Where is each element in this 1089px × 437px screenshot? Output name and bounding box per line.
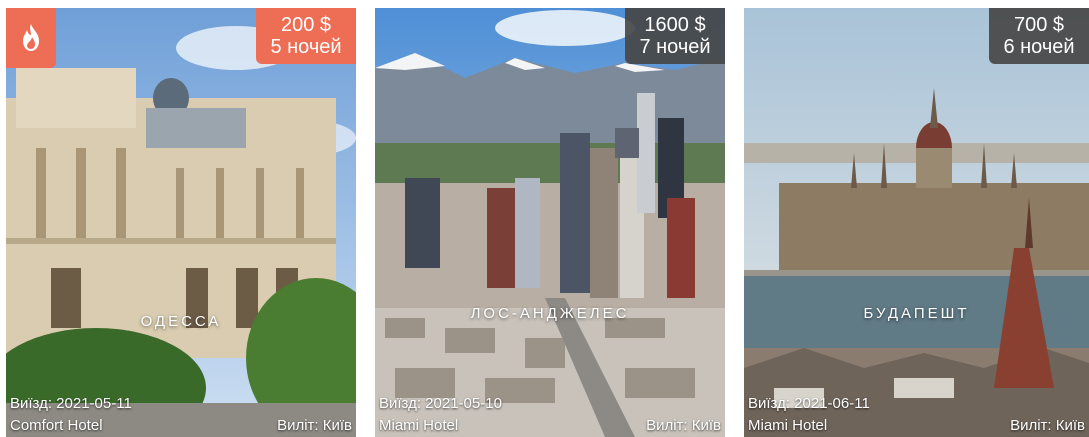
city-name: ЛОС-АНДЖЕЛЕС [470,305,630,322]
nights: 7 ночей [639,36,711,58]
tour-info: Виїзд: 2021-06-11 Miami Hotel Виліт: Киї… [744,377,1089,437]
tour-grid: 200 $ 5 ночей ОДЕССА Виїзд: 2021-05-11 C… [0,0,1089,437]
tour-photo-budapest [744,8,1089,437]
hotel-name: Miami Hotel [748,417,828,434]
departure-city: Виліт: Київ [1010,417,1085,434]
price: 700 $ [1013,14,1065,36]
tour-info: Виїзд: 2021-05-11 Comfort Hotel Виліт: К… [6,377,356,437]
tour-card-budapest[interactable]: 700 $ 6 ночей БУДАПЕШТ Виїзд: 2021-06-11… [744,8,1089,437]
departure-date: Виїзд: 2021-05-10 [379,395,502,412]
departure-date: Виїзд: 2021-06-11 [748,395,870,412]
tour-photo-odesa [6,8,356,437]
hot-tag [6,8,56,68]
price-badge: 1600 $ 7 ночей [625,8,725,64]
city-name: ОДЕССА [140,313,222,330]
nights: 5 ночей [270,36,342,58]
tour-card-los-angeles[interactable]: 1600 $ 7 ночей ЛОС-АНДЖЕЛЕС Виїзд: 2021-… [375,8,725,437]
departure-city: Виліт: Київ [277,417,352,434]
nights: 6 ночей [1003,36,1075,58]
price-badge: 200 $ 5 ночей [256,8,356,64]
tour-photo-los-angeles [375,8,725,437]
hotel-name: Miami Hotel [379,417,459,434]
price-badge: 700 $ 6 ночей [989,8,1089,64]
tour-info: Виїзд: 2021-05-10 Miami Hotel Виліт: Киї… [375,377,725,437]
departure-date: Виїзд: 2021-05-11 [10,395,132,412]
fire-icon [23,24,39,51]
departure-city: Виліт: Київ [646,417,721,434]
hotel-name: Comfort Hotel [10,417,103,434]
tour-card-odesa[interactable]: 200 $ 5 ночей ОДЕССА Виїзд: 2021-05-11 C… [6,8,356,437]
city-name: БУДАПЕШТ [863,305,970,322]
price: 1600 $ [644,14,706,36]
price: 200 $ [280,14,332,36]
